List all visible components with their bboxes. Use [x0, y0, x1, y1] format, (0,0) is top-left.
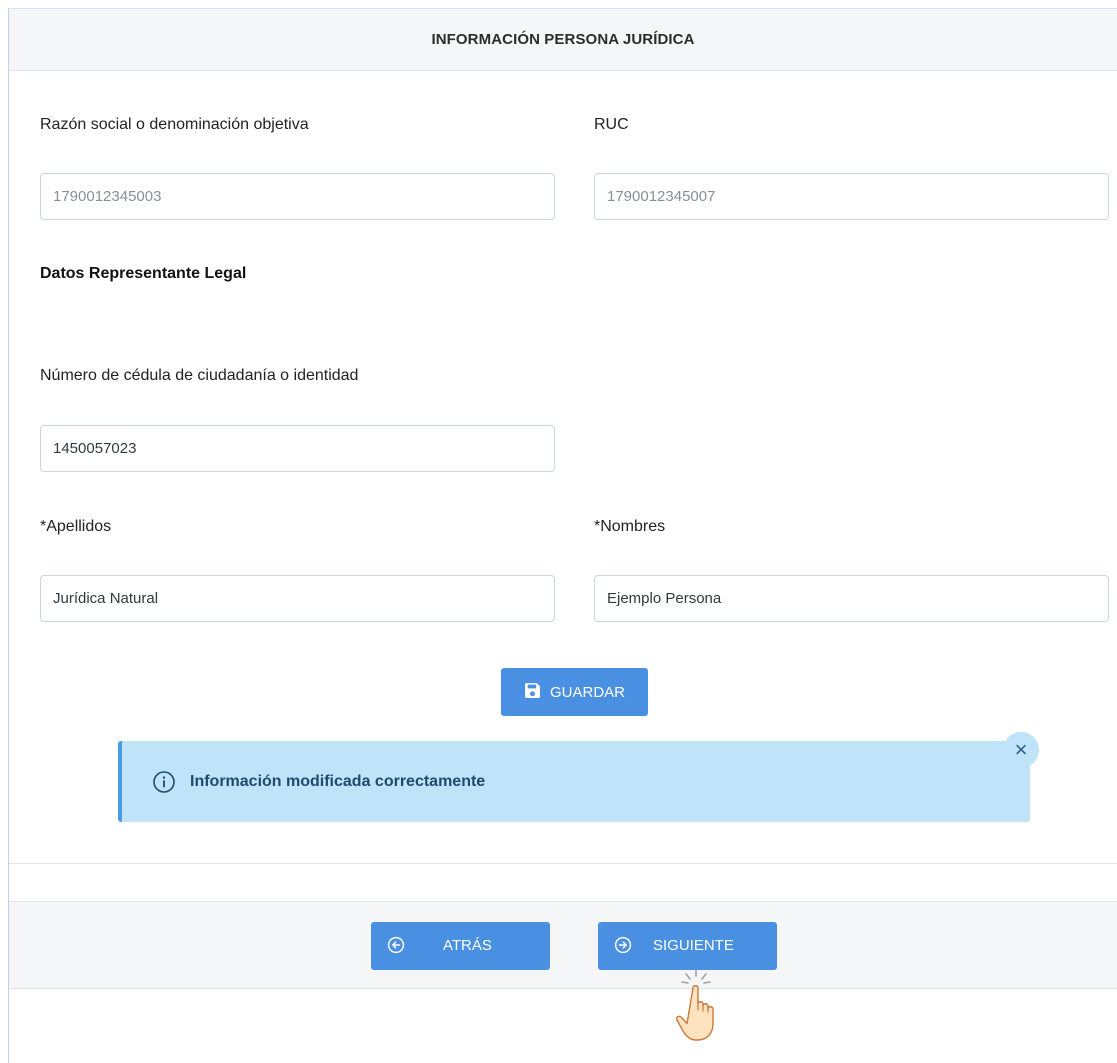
nombres-field[interactable]: Ejemplo Persona [594, 575, 1109, 622]
apellidos-field[interactable]: Jurídica Natural [40, 575, 555, 622]
info-circle-icon [152, 770, 176, 794]
footer-bar [9, 901, 1117, 989]
arrow-left-circle-icon [387, 936, 405, 954]
back-button-label: ATRÁS [443, 937, 492, 954]
success-alert: Información modificada correctamente [118, 741, 1030, 822]
nombres-label: *Nombres [594, 518, 666, 535]
close-icon[interactable]: × [1003, 732, 1039, 768]
apellidos-label: *Apellidos [40, 518, 112, 535]
divider [9, 863, 1117, 864]
ruc-field: 1790012345007 [594, 173, 1109, 220]
section-header: INFORMACIÓN PERSONA JURÍDICA [9, 9, 1117, 71]
representative-section-title: Datos Representante Legal [40, 265, 247, 282]
razon-social-field: 1790012345003 [40, 173, 555, 220]
back-button[interactable]: ATRÁS [371, 922, 550, 970]
floppy-disk-icon [524, 682, 541, 703]
save-button-label: GUARDAR [549, 683, 625, 701]
ruc-label: RUC [594, 116, 629, 133]
next-button[interactable]: SIGUIENTE [598, 922, 777, 970]
arrow-right-circle-icon [614, 936, 632, 954]
hand-pointer-icon [672, 968, 732, 1048]
cedula-field[interactable]: 1450057023 [40, 425, 555, 472]
razon-social-label: Razón social o denominación objetiva [40, 116, 309, 133]
next-button-label: SIGUIENTE [653, 937, 734, 954]
alert-message: Información modificada correctamente [190, 772, 486, 790]
cedula-label: Número de cédula de ciudadanía o identid… [40, 367, 359, 384]
save-button[interactable]: GUARDAR [501, 668, 648, 716]
page-title: INFORMACIÓN PERSONA JURÍDICA [431, 31, 695, 48]
